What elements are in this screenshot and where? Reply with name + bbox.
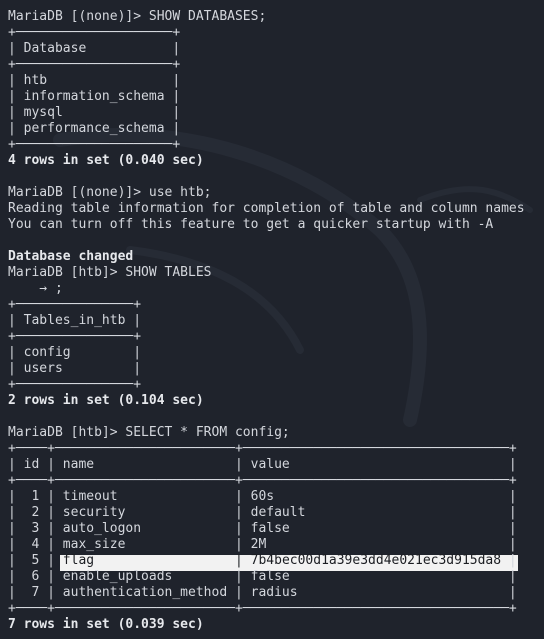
row-count-summary: 7 rows in set (0.039 sec) (8, 617, 204, 632)
flag-row-suffix: | (508, 553, 517, 568)
flag-row-text: | 5 | flag | 7b4bec00d1a39e3dd4e021ec3d9… (8, 553, 517, 568)
row-count-summary: 2 rows in set (0.104 sec) (8, 393, 204, 408)
flag-row-prefix: | 5 | (8, 553, 63, 568)
table-header-row: | Tables_in_htb | (8, 313, 142, 328)
table-border: +────+───────────────────────+──────────… (8, 441, 517, 456)
table-header-row: | id | name | value | (8, 457, 517, 472)
prompt-select-config: MariaDB [htb]> SELECT * FROM config; (8, 425, 290, 440)
terminal-window[interactable]: MariaDB [(none)]> SHOW DATABASES; +─────… (0, 0, 544, 639)
table-row: | 6 | enable_uploads | false | (8, 569, 517, 584)
table-border: +────────────────────+ (8, 25, 181, 40)
table-row: | 2 | security | default | (8, 505, 517, 520)
table-row: | 3 | auto_logon | false | (8, 521, 517, 536)
prompt-show-databases: MariaDB [(none)]> SHOW DATABASES; (8, 9, 267, 24)
table-border: +────────────────────+ (8, 57, 181, 72)
table-border: +───────────────+ (8, 297, 142, 312)
continuation-prompt: → ; (8, 281, 63, 296)
database-changed-message: Database changed (8, 249, 134, 264)
table-row: | 1 | timeout | 60s | (8, 489, 517, 504)
table-row: | htb | (8, 73, 181, 88)
flag-row-selected: flag | 7b4bec00d1a39e3dd4e021ec3d915da8 (62, 553, 509, 568)
table-border: +───────────────+ (8, 377, 142, 392)
output-message: Reading table information for completion… (8, 201, 525, 216)
table-row: | config | (8, 345, 142, 360)
prompt-use-htb: MariaDB [(none)]> use htb; (8, 185, 212, 200)
prompt-show-tables: MariaDB [htb]> SHOW TABLES (8, 265, 212, 280)
table-row: | 7 | authentication_method | radius | (8, 585, 517, 600)
table-row: | users | (8, 361, 142, 376)
table-row-flag: | 5 | flag | 7b4bec00d1a39e3dd4e021ec3d9… (8, 553, 517, 569)
table-row: | 4 | max_size | 2M | (8, 537, 517, 552)
table-row: | performance_schema | (8, 121, 181, 136)
table-border: +───────────────+ (8, 329, 142, 344)
output-message: You can turn off this feature to get a q… (8, 217, 494, 232)
table-border: +────────────────────+ (8, 137, 181, 152)
table-row: | mysql | (8, 105, 181, 120)
table-header-row: | Database | (8, 41, 181, 56)
row-count-summary: 4 rows in set (0.040 sec) (8, 153, 204, 168)
table-row: | information_schema | (8, 89, 181, 104)
table-border: +────+───────────────────────+──────────… (8, 473, 517, 488)
table-border: +────+───────────────────────+──────────… (8, 601, 517, 616)
